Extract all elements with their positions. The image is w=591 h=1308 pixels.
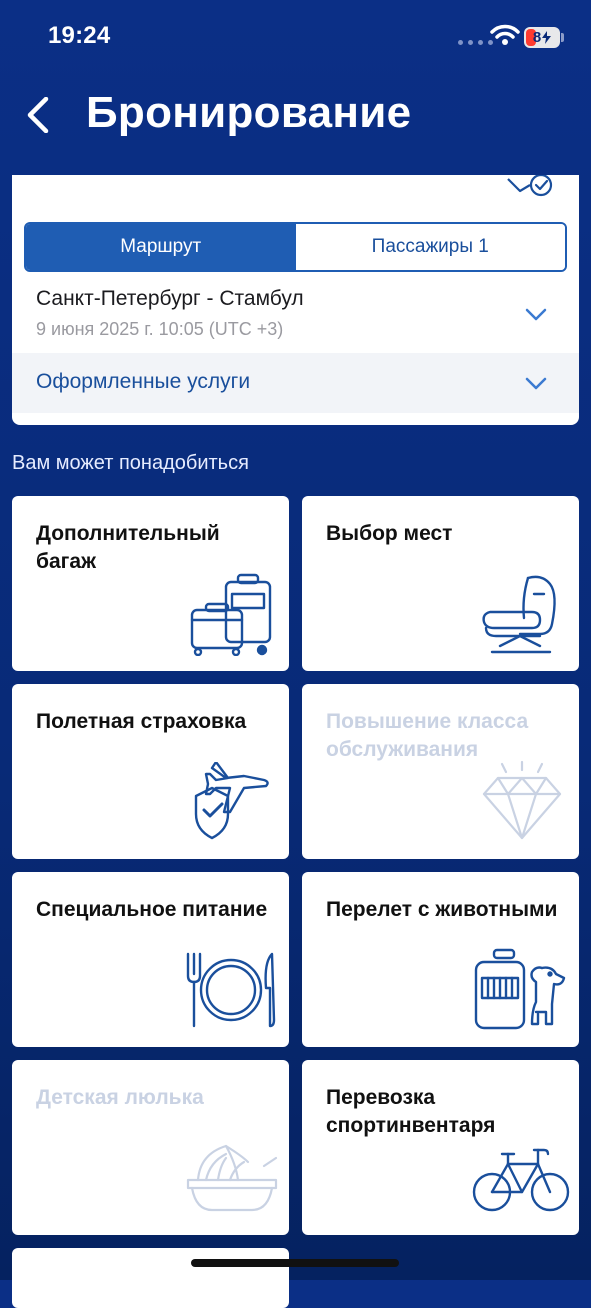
page-title: Бронирование	[86, 88, 412, 137]
tile-label: Специальное питание	[36, 898, 268, 921]
tile-more[interactable]	[12, 1248, 289, 1308]
header: Бронирование	[0, 80, 591, 150]
luggage-icon	[190, 573, 272, 656]
route-title: Санкт-Петербург - Стамбул	[36, 287, 304, 310]
battery-cap	[561, 33, 564, 42]
wifi-icon	[490, 24, 520, 45]
tile-label: Выбор мест	[326, 522, 453, 545]
tile-seat-selection[interactable]: Выбор мест	[302, 496, 579, 671]
pet-carrier-icon	[474, 948, 566, 1030]
booked-services-row[interactable]: Оформленные услуги	[12, 353, 579, 413]
diamond-icon	[482, 760, 562, 840]
insurance-plane-icon	[194, 762, 269, 840]
tile-class-upgrade[interactable]: Повышение класса обслуживания	[302, 684, 579, 859]
ticket-check-icon	[507, 175, 553, 197]
chevron-down-icon	[525, 308, 547, 321]
tab-route[interactable]: Маршрут	[26, 224, 296, 270]
battery-level: 8	[532, 29, 542, 46]
tile-flight-insurance[interactable]: Полетная страховка	[12, 684, 289, 859]
tile-label: Детская люлька	[36, 1086, 204, 1109]
tile-pets[interactable]: Перелет с животными	[302, 872, 579, 1047]
back-button[interactable]	[20, 92, 56, 138]
tile-sports-equipment[interactable]: Перевозка спортинвентаря	[302, 1060, 579, 1235]
tab-passengers[interactable]: Пассажиры 1	[295, 224, 565, 270]
cradle-icon	[186, 1144, 278, 1212]
seat-icon	[482, 575, 556, 654]
tile-label: Дополнительный багаж	[36, 522, 220, 573]
tile-label: Перелет с животными	[326, 898, 558, 921]
booking-card: Маршрут Пассажиры 1 Санкт-Петербург - Ст…	[12, 175, 579, 425]
booking-tabs: Маршрут Пассажиры 1	[24, 222, 567, 272]
booked-services-label: Оформленные услуги	[36, 370, 251, 393]
status-time: 19:24	[48, 22, 111, 49]
bicycle-icon	[472, 1148, 570, 1212]
chevron-down-icon	[525, 377, 547, 390]
home-indicator	[191, 1259, 399, 1267]
meal-icon	[186, 952, 276, 1028]
chevron-left-icon	[27, 97, 49, 133]
section-title: Вам может понадобиться	[12, 452, 249, 474]
tile-baby-cradle[interactable]: Детская люлька	[12, 1060, 289, 1235]
tile-extra-baggage[interactable]: Дополнительный багаж	[12, 496, 289, 671]
cellular-signal-icon	[458, 40, 493, 45]
battery-icon: 8	[524, 27, 560, 48]
tile-label: Перевозка спортинвентаря	[326, 1086, 496, 1137]
status-bar: 19:24 8	[0, 0, 591, 70]
route-datetime: 9 июня 2025 г. 10:05 (UTC +3)	[36, 319, 284, 339]
tile-label: Повышение класса обслуживания	[326, 710, 529, 761]
tile-label: Полетная страховка	[36, 710, 247, 733]
route-item[interactable]: Санкт-Петербург - Стамбул 9 июня 2025 г.…	[12, 275, 579, 353]
tile-special-meal[interactable]: Специальное питание	[12, 872, 289, 1047]
